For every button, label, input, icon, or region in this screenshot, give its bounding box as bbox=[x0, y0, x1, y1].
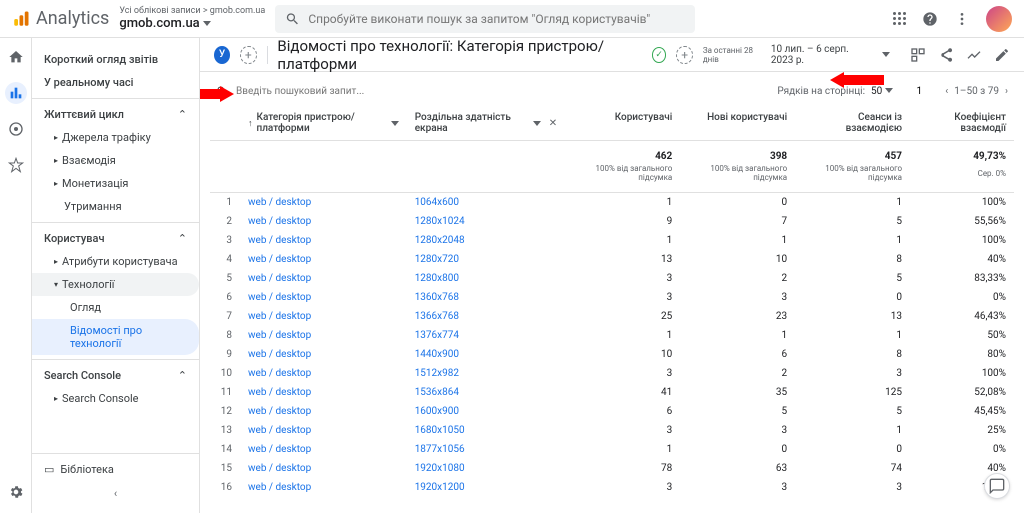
sidebar-item-user-attrs[interactable]: ▸Атрибути користувача bbox=[32, 250, 199, 273]
search-input[interactable] bbox=[308, 12, 685, 26]
table-row[interactable]: 11web / desktop1536x864413512552,08% bbox=[210, 383, 1014, 402]
global-search[interactable] bbox=[275, 5, 695, 33]
col-engagement-rate[interactable]: Коефіцієнт взаємодії bbox=[910, 106, 1014, 141]
col-dimension-1[interactable]: ↑Категорія пристрою/платформи bbox=[240, 106, 407, 141]
chat-icon bbox=[989, 478, 1005, 494]
prev-page[interactable]: ‹ bbox=[945, 86, 948, 97]
sidebar-collapse[interactable]: ‹ bbox=[32, 481, 199, 505]
apps-icon[interactable] bbox=[893, 12, 906, 25]
table-row[interactable]: 14web / desktop1877x10561000% bbox=[210, 440, 1014, 459]
property-selector[interactable]: Усі облікові записи > gmob.com.ua gmob.c… bbox=[119, 6, 265, 31]
chevron-down-icon bbox=[203, 21, 211, 26]
table-row[interactable]: 2web / desktop1280x102497555,56% bbox=[210, 212, 1014, 231]
table-row[interactable]: 8web / desktop1376x77411150% bbox=[210, 326, 1014, 345]
insights-icon[interactable] bbox=[966, 47, 982, 63]
rail-advertising[interactable] bbox=[5, 154, 27, 176]
col-users[interactable]: Користувачі bbox=[565, 106, 680, 141]
rail-admin[interactable] bbox=[5, 481, 27, 503]
sidebar-item-tech-overview[interactable]: Огляд bbox=[32, 296, 199, 319]
table-row[interactable]: 16web / desktop1920x1200333100% bbox=[210, 478, 1014, 497]
content-area: У + Відомості про технології: Категорія … bbox=[200, 38, 1024, 513]
report-header: У + Відомості про технології: Категорія … bbox=[200, 38, 1024, 72]
next-page[interactable]: › bbox=[1005, 86, 1008, 97]
sidebar-item-acquisition[interactable]: ▸Джерела трафіку bbox=[32, 126, 199, 149]
table-row[interactable]: 15web / desktop1920x108078637440% bbox=[210, 459, 1014, 478]
sidebar-snapshot[interactable]: Короткий огляд звітів bbox=[32, 48, 199, 71]
sidebar-group-sc[interactable]: Search Console⌃ bbox=[32, 364, 199, 387]
table-row[interactable]: 9web / desktop1440x900106880% bbox=[210, 345, 1014, 364]
sidebar-item-sc[interactable]: ▸Search Console bbox=[32, 387, 199, 410]
sidebar-group-lifecycle[interactable]: Життєвий цикл⌃ bbox=[32, 103, 199, 126]
table-row[interactable]: 12web / desktop1600x90065545,45% bbox=[210, 402, 1014, 421]
goto-page-input[interactable] bbox=[899, 82, 939, 100]
rail-home[interactable] bbox=[5, 46, 27, 68]
table-row[interactable]: 5web / desktop1280x80032583,33% bbox=[210, 269, 1014, 288]
annotation-arrow-2 bbox=[830, 72, 884, 88]
help-icon[interactable] bbox=[922, 11, 938, 27]
sidebar-item-monetization[interactable]: ▸Монетизація bbox=[32, 172, 199, 195]
breadcrumb: Усі облікові записи > gmob.com.ua bbox=[119, 6, 265, 16]
analytics-icon bbox=[12, 10, 30, 28]
col-engaged-sessions[interactable]: Сеанси із взаємодією bbox=[795, 106, 910, 141]
sidebar-item-engagement[interactable]: ▸Взаємодія bbox=[32, 149, 199, 172]
edit-icon[interactable] bbox=[994, 47, 1010, 63]
table-row[interactable]: 13web / desktop1680x105033125% bbox=[210, 421, 1014, 440]
product-logo[interactable]: Analytics bbox=[12, 8, 109, 29]
product-name: Analytics bbox=[36, 8, 109, 29]
chevron-down-icon bbox=[882, 52, 890, 57]
table-search-input[interactable] bbox=[236, 86, 769, 97]
col-new-users[interactable]: Нові користувачі bbox=[680, 106, 795, 141]
top-bar: Analytics Усі облікові записи > gmob.com… bbox=[0, 0, 1024, 38]
verified-icon: ✓ bbox=[652, 47, 667, 63]
reports-sidebar: Короткий огляд звітів У реальному часі Ж… bbox=[32, 38, 200, 513]
page-range-info: 1–50 з 79 bbox=[954, 86, 999, 97]
customize-icon[interactable] bbox=[910, 47, 926, 63]
search-icon bbox=[285, 11, 300, 27]
avatar[interactable] bbox=[986, 6, 1012, 32]
sidebar-library[interactable]: ▭Бібліотека bbox=[32, 458, 199, 481]
table-row[interactable]: 1web / desktop1064x600101100% bbox=[210, 193, 1014, 213]
data-table-area: Рядків на сторінці: 50 ‹ 1–50 з 79 › ↑Ка… bbox=[200, 72, 1024, 513]
sidebar-item-tech-details[interactable]: Відомості про технології bbox=[32, 319, 199, 355]
property-name: gmob.com.ua bbox=[119, 16, 199, 31]
rail-reports[interactable] bbox=[5, 82, 27, 104]
col-dimension-2[interactable]: Роздільна здатність екрана✕ bbox=[407, 106, 565, 141]
add-segment[interactable]: + bbox=[240, 46, 256, 64]
help-bubble[interactable] bbox=[984, 473, 1010, 499]
rail-explore[interactable] bbox=[5, 118, 27, 140]
table-row[interactable]: 4web / desktop1280x7201310840% bbox=[210, 250, 1014, 269]
add-comparison[interactable]: + bbox=[676, 46, 692, 64]
kebab-icon[interactable] bbox=[954, 11, 970, 27]
date-range-picker[interactable]: За останні 28 днів 10 лип. – 6 серп. 202… bbox=[703, 44, 890, 66]
share-icon[interactable] bbox=[938, 47, 954, 63]
left-rail bbox=[0, 38, 32, 513]
sidebar-realtime[interactable]: У реальному часі bbox=[32, 71, 199, 94]
sidebar-item-retention[interactable]: Утримання bbox=[32, 195, 199, 218]
remove-dim-icon[interactable]: ✕ bbox=[549, 118, 557, 129]
sidebar-item-tech[interactable]: ▾Технології bbox=[32, 273, 199, 296]
table-row[interactable]: 3web / desktop1280x2048111100% bbox=[210, 231, 1014, 250]
report-title: Відомості про технології: Категорія прис… bbox=[277, 38, 642, 73]
data-table: ↑Категорія пристрою/платформи Роздільна … bbox=[210, 106, 1014, 497]
table-controls: Рядків на сторінці: 50 ‹ 1–50 з 79 › bbox=[210, 76, 1014, 106]
table-row[interactable]: 6web / desktop1360x7683300% bbox=[210, 288, 1014, 307]
annotation-arrow-1 bbox=[200, 86, 234, 102]
sidebar-group-user[interactable]: Користувач⌃ bbox=[32, 227, 199, 250]
table-row[interactable]: 7web / desktop1366x76825231346,43% bbox=[210, 307, 1014, 326]
segment-badge[interactable]: У bbox=[214, 46, 230, 64]
table-row[interactable]: 10web / desktop1512x982323100% bbox=[210, 364, 1014, 383]
